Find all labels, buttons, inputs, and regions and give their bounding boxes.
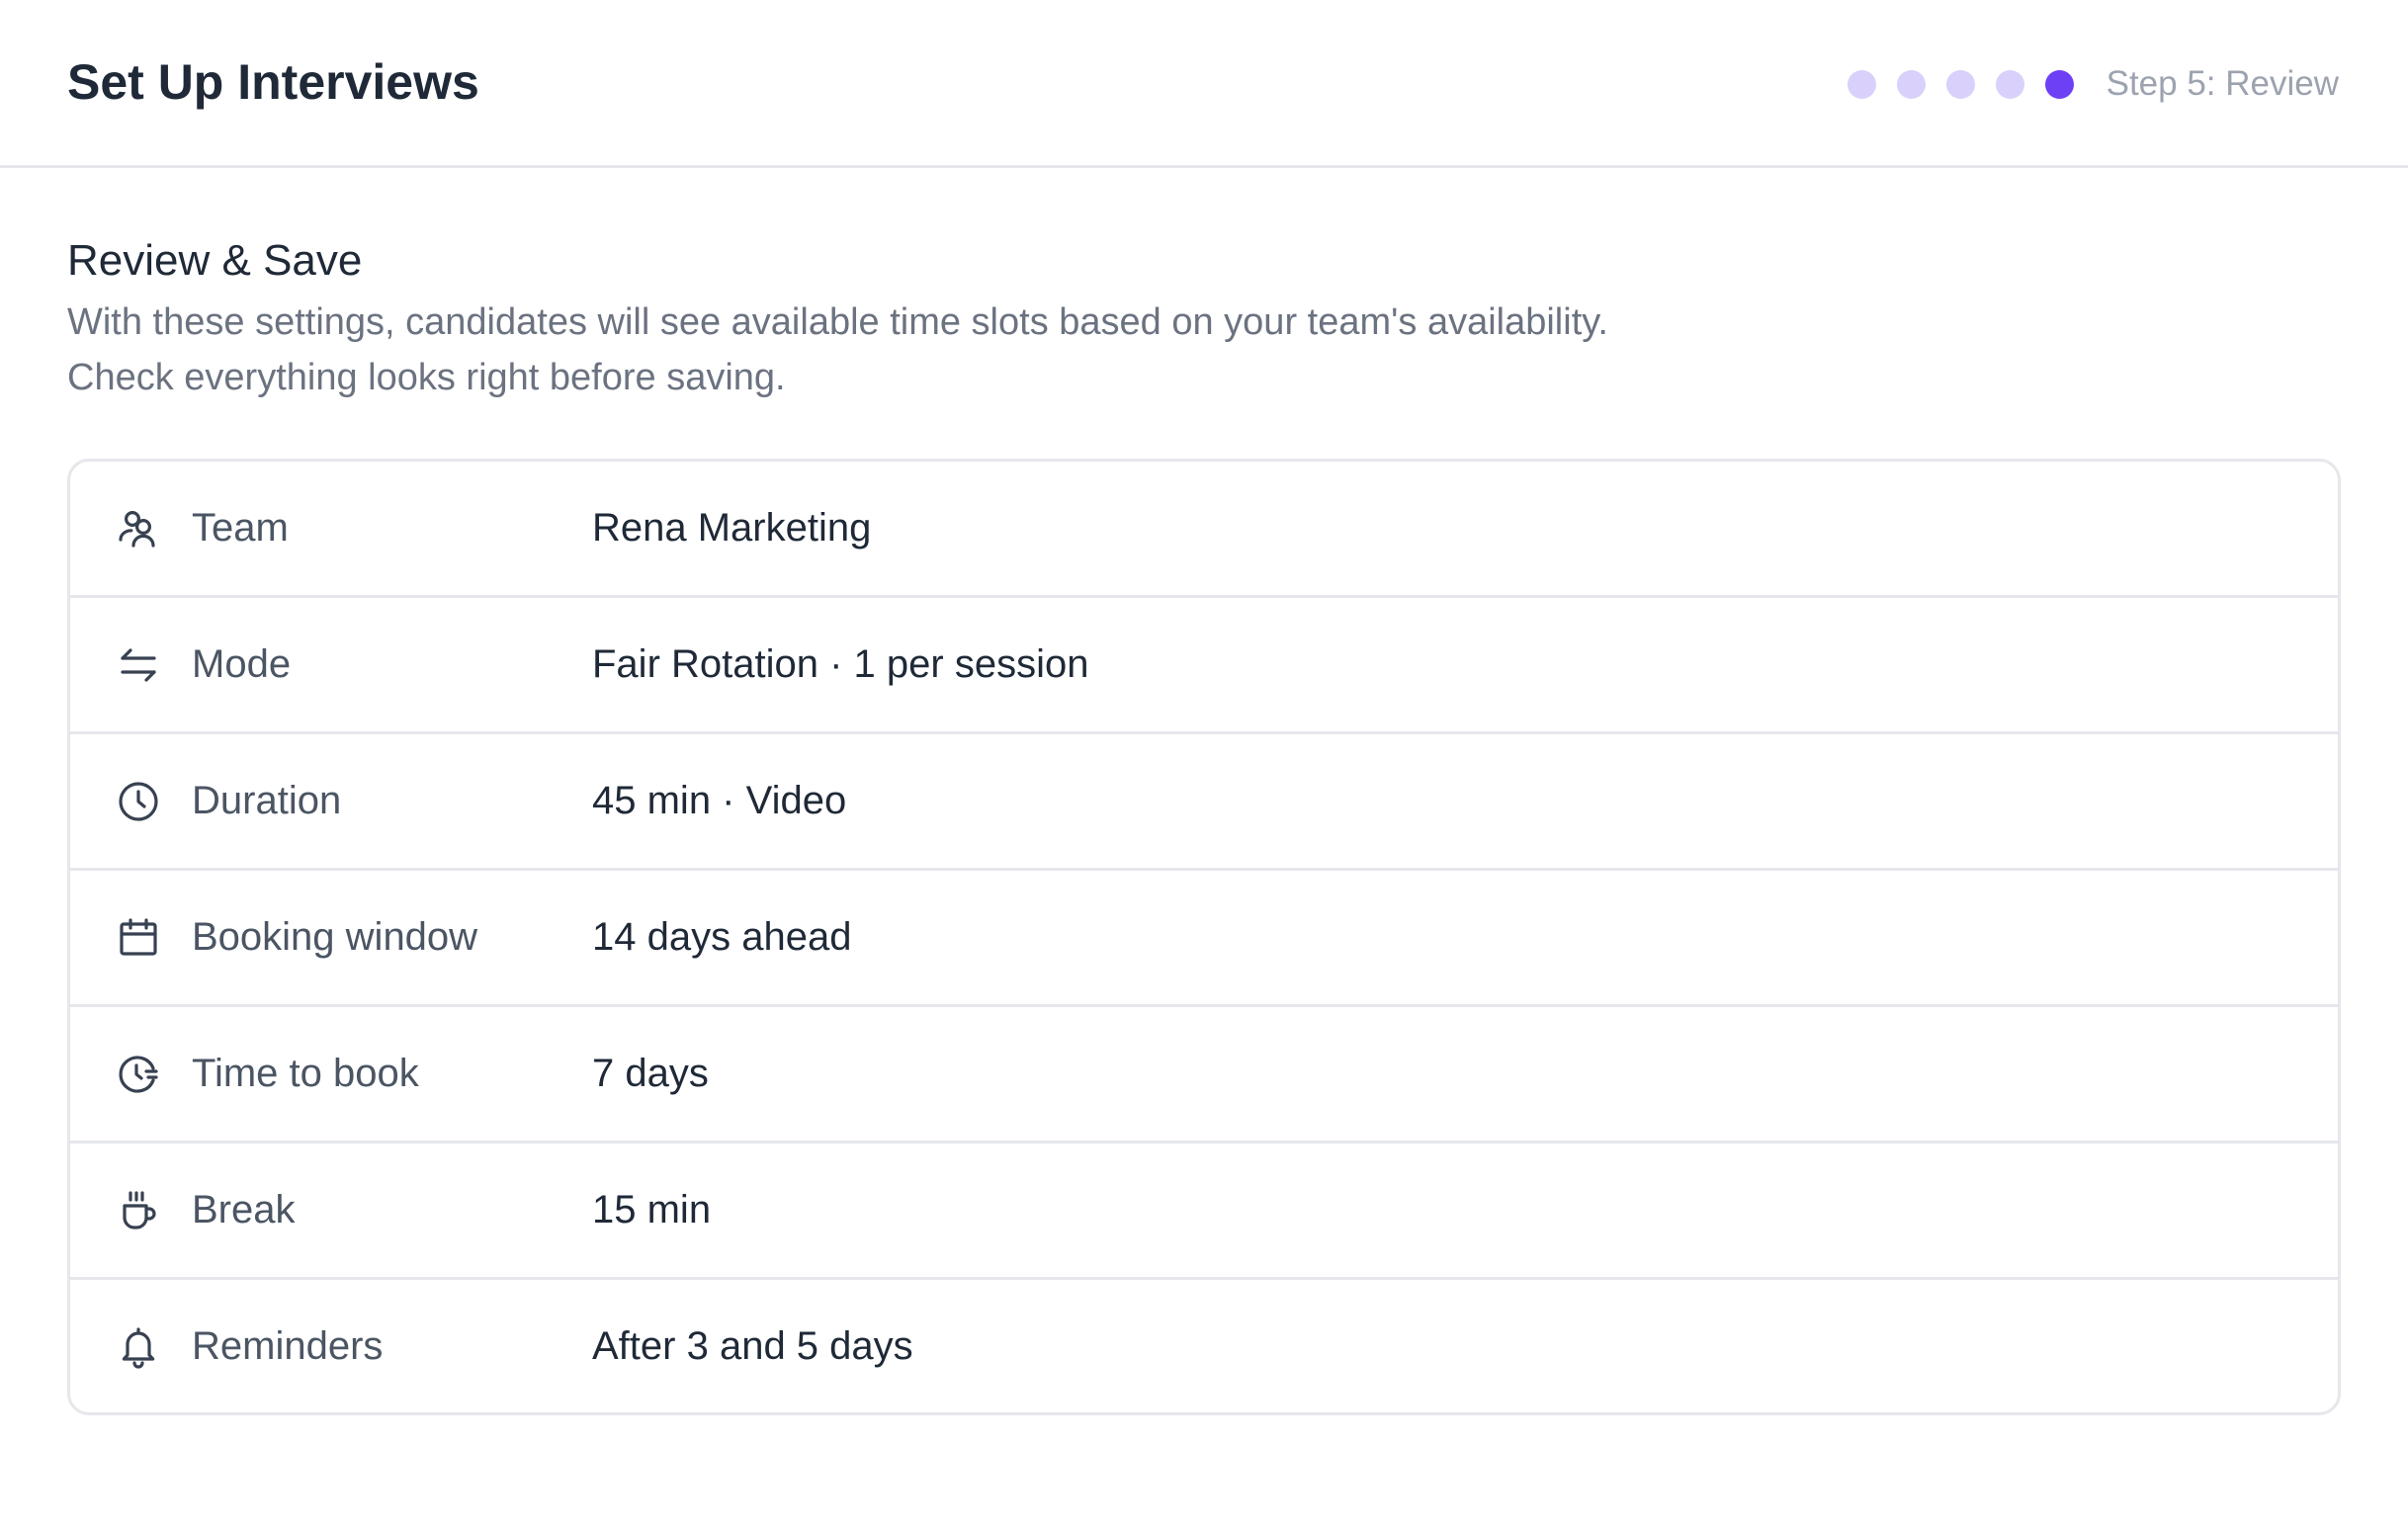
coffee-cup-icon <box>115 1187 162 1234</box>
summary-value: 45 min · Video <box>592 779 847 822</box>
bell-icon <box>115 1322 162 1370</box>
swap-arrows-icon <box>115 641 162 689</box>
summary-row-duration: Duration 45 min · Video <box>70 734 2338 871</box>
calendar-icon <box>115 914 162 962</box>
summary-value: After 3 and 5 days <box>592 1323 913 1368</box>
summary-label: Reminders <box>192 1323 384 1368</box>
fast-clock-icon <box>115 1051 162 1098</box>
clock-icon <box>115 778 162 825</box>
step-dot-1[interactable] <box>1847 69 1876 99</box>
summary-value: 7 days <box>592 1052 709 1095</box>
page-title: Set Up Interviews <box>67 54 479 110</box>
summary-label: Mode <box>192 642 292 686</box>
summary-label: Break <box>192 1188 296 1231</box>
summary-value: Fair Rotation · 1 per session <box>592 642 1089 686</box>
summary-label: Team <box>192 506 289 550</box>
summary-row-mode: Mode Fair Rotation · 1 per session <box>70 598 2338 734</box>
summary-label: Booking window <box>192 915 478 959</box>
step-dot-4[interactable] <box>1995 69 2024 99</box>
summary-label: Time to book <box>192 1052 419 1095</box>
team-icon <box>115 505 162 552</box>
description-line-2: Check everything looks right before savi… <box>67 357 786 398</box>
summary-row-break: Break 15 min <box>70 1144 2338 1280</box>
step-progress: Step 5: Review <box>1847 59 2339 109</box>
step-dot-3[interactable] <box>1945 69 1975 99</box>
summary-value: 14 days ahead <box>592 915 852 959</box>
page-header: Set Up Interviews Step 5: Review <box>0 0 2408 168</box>
summary-row-time-to-book: Time to book 7 days <box>70 1007 2338 1144</box>
step-dot-2[interactable] <box>1896 69 1926 99</box>
summary-card: Team Rena Marketing Mode Fair Rotation ·… <box>67 459 2341 1415</box>
summary-value: Rena Marketing <box>592 506 872 550</box>
summary-value: 15 min <box>592 1188 712 1231</box>
description-line-1: With these settings, candidates will see… <box>67 301 1608 343</box>
step-dot-5-current[interactable] <box>2044 69 2074 99</box>
section-title: Review & Save <box>67 236 363 285</box>
summary-row-booking-window: Booking window 14 days ahead <box>70 871 2338 1007</box>
step-label: Step 5: Review <box>2106 64 2339 103</box>
summary-label: Duration <box>192 779 342 822</box>
summary-row-reminders: Reminders After 3 and 5 days <box>70 1280 2338 1412</box>
review-section: Review & Save With these settings, candi… <box>67 233 2341 405</box>
summary-row-team: Team Rena Marketing <box>70 462 2338 598</box>
section-description: With these settings, candidates will see… <box>67 295 2341 405</box>
